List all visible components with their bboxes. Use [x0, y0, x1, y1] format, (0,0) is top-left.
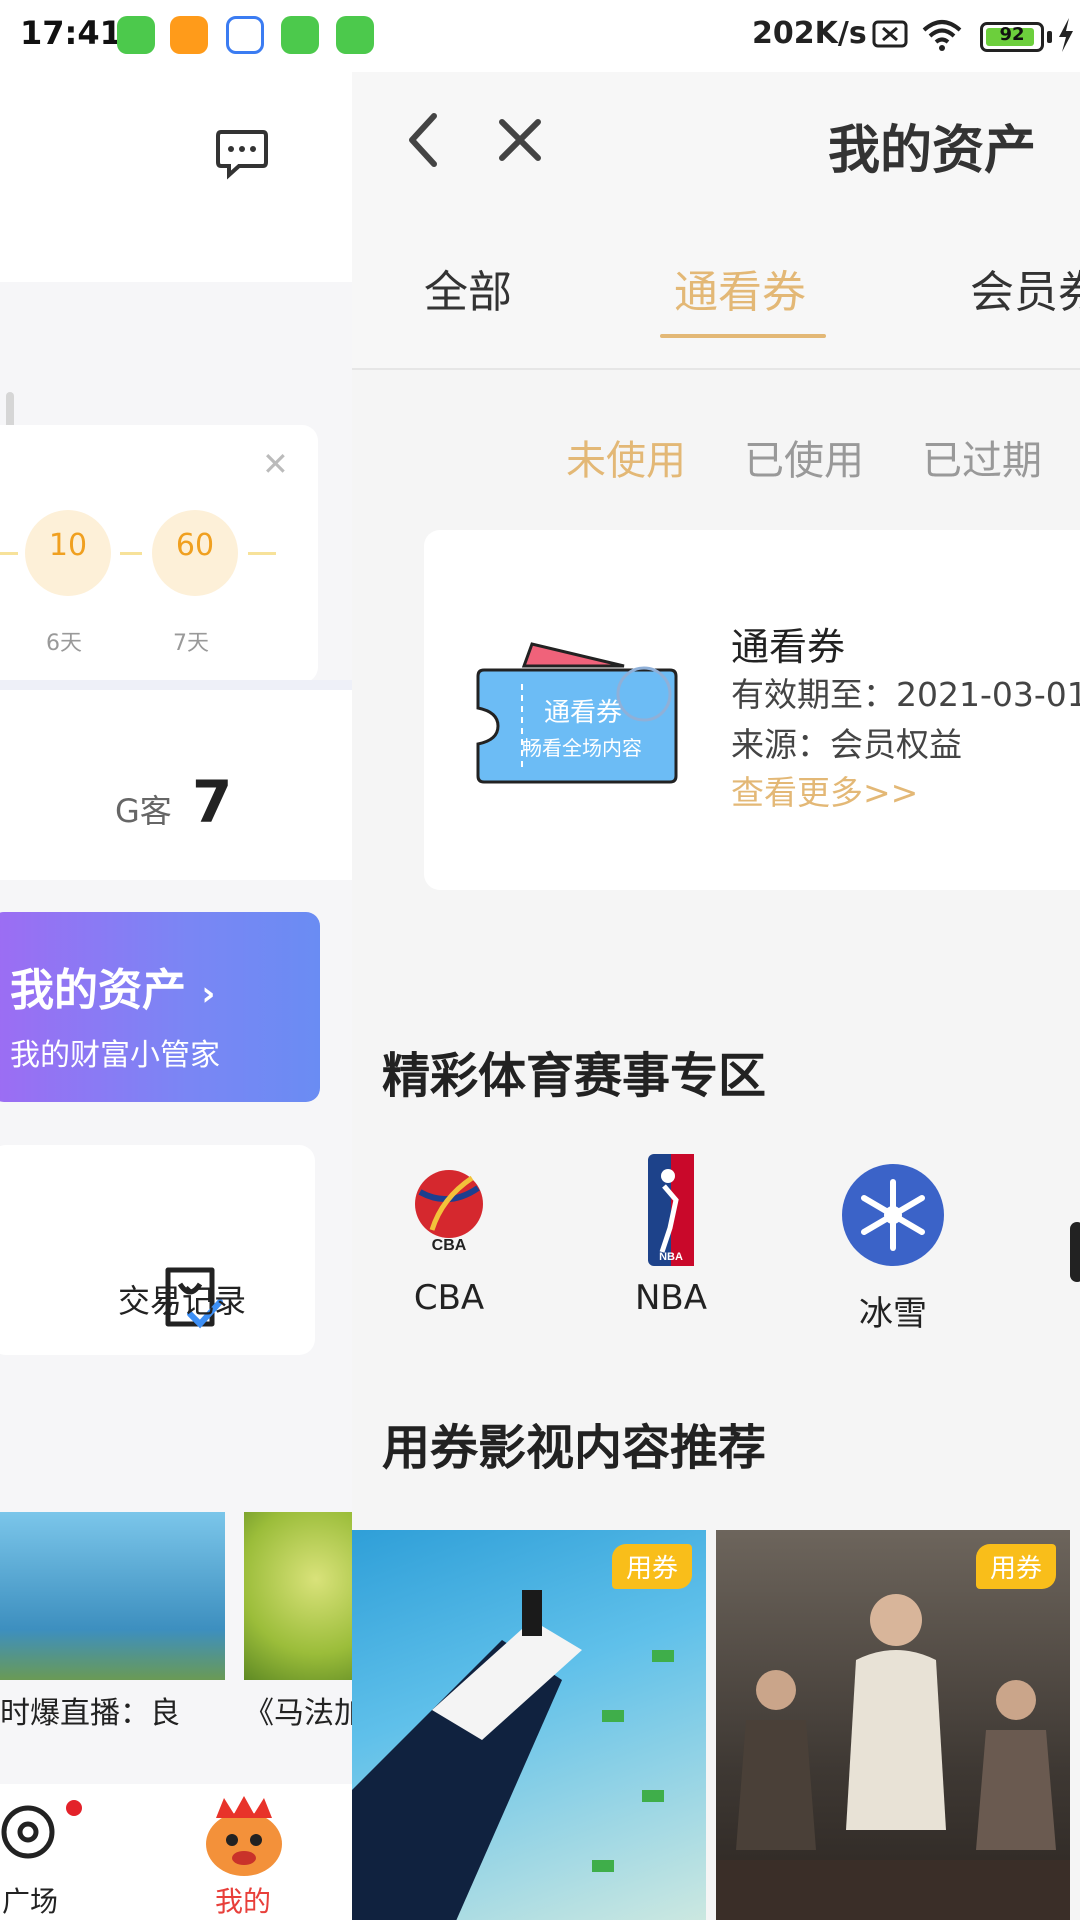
coin-reward: 10	[25, 510, 111, 596]
status-bar: 17:41 202K/s 92	[0, 0, 1080, 72]
battery-tip	[1047, 31, 1052, 43]
news-thumbnail[interactable]	[244, 1512, 364, 1680]
more-sports-peek	[1070, 1222, 1080, 1282]
progress-dash	[0, 552, 18, 555]
trade-record-label: 交易记录	[118, 1282, 247, 1320]
g-ke-label: G客	[115, 792, 172, 830]
recommend-section-title: 用券影视内容推荐	[382, 1420, 767, 1476]
subtab-unused[interactable]: 未使用	[566, 428, 686, 486]
wifi-icon	[922, 20, 962, 51]
app-icon-green	[281, 16, 319, 54]
view-more-link[interactable]: 查看更多>>	[731, 766, 918, 814]
sport-item-snow[interactable]: 冰雪	[828, 1152, 958, 1352]
snowflake-icon	[842, 1164, 944, 1266]
g-ke-value: 7	[192, 768, 233, 836]
coupon-validity: 有效期至：2021-03-01	[731, 675, 1080, 714]
notification-dot	[66, 1800, 82, 1816]
coupon-name: 通看券	[731, 625, 846, 669]
sport-label: NBA	[634, 1278, 708, 1318]
charging-icon	[1059, 18, 1073, 52]
sport-item-cba[interactable]: CBA CBA	[384, 1152, 514, 1352]
progress-dash	[120, 552, 142, 555]
news-title[interactable]: 《马法加	[244, 1688, 364, 1732]
ship-illustration	[352, 1590, 674, 1920]
battery-percent: 92	[999, 24, 1025, 45]
ticket-line2: 畅看全场内容	[522, 736, 642, 760]
sports-section-title: 精彩体育赛事专区	[382, 1048, 767, 1104]
cba-logo-icon: CBA	[415, 1170, 483, 1252]
app-icon-green	[117, 16, 155, 54]
subtab-expired[interactable]: 已过期	[922, 428, 1042, 486]
coin-day: 7天	[173, 631, 209, 656]
movie-poster[interactable]: 用券	[716, 1530, 1070, 1920]
sport-item-nba[interactable]: NBA NBA	[606, 1152, 736, 1352]
close-icon[interactable]: ✕	[262, 445, 289, 483]
news-title[interactable]: 时爆直播：良	[0, 1688, 180, 1732]
message-icon[interactable]	[215, 128, 269, 180]
chevron-right-icon: ›	[201, 974, 216, 1014]
square-nav-icon[interactable]	[0, 1802, 60, 1862]
coupon-card[interactable]: 通看券 畅看全场内容 通看券 有效期至：2021-03-01 来源：会员权益 查…	[424, 530, 1080, 890]
subtab-used[interactable]: 已使用	[744, 428, 864, 486]
battery-icon: 92	[980, 22, 1044, 52]
tab-member-coupon[interactable]: 会员券	[970, 256, 1080, 320]
asset-banner-subtitle: 我的财富小管家	[10, 1038, 220, 1073]
coupon-source: 来源：会员权益	[731, 725, 962, 764]
close-icon[interactable]	[496, 116, 544, 164]
ticket-line1: 通看券	[544, 698, 623, 728]
background-header	[0, 72, 352, 282]
ticket-illustration: 通看券 畅看全场内容	[476, 640, 682, 786]
coin-day: 6天	[46, 631, 82, 656]
g-ke-section	[0, 690, 352, 880]
trade-record-card[interactable]	[0, 1145, 315, 1355]
coin-value: 60	[175, 528, 215, 563]
app-icon-orange	[170, 16, 208, 54]
nba-logo-icon: NBA	[648, 1154, 694, 1266]
network-speed: 202K/s	[752, 16, 867, 51]
back-icon[interactable]	[404, 112, 444, 168]
my-assets-banner[interactable]: 我的资产 › 我的财富小管家	[0, 912, 320, 1102]
panel-header: 我的资产	[352, 72, 1080, 204]
active-tab-indicator	[660, 334, 826, 338]
asset-tabs: 全部 通看券 会员券	[352, 204, 1080, 370]
tab-pass-coupon[interactable]: 通看券	[674, 256, 806, 320]
nav-square-label[interactable]: 广场	[2, 1880, 58, 1920]
progress-dash	[248, 552, 276, 555]
sport-label: CBA	[413, 1278, 485, 1318]
svg-text:CBA: CBA	[432, 1237, 467, 1252]
app-icon-blue	[226, 16, 264, 54]
status-time: 17:41	[20, 14, 122, 52]
coupon-tag: 用券	[975, 1544, 1056, 1589]
mine-mascot-icon[interactable]	[184, 1794, 302, 1880]
assets-panel: 我的资产 全部 通看券 会员券 未使用 已使用 已过期 通看券 畅看全场内容 通…	[352, 72, 1080, 1920]
nav-mine-label[interactable]: 我的	[215, 1880, 271, 1920]
coin-reward: 60	[152, 510, 238, 596]
asset-banner-title: 我的资产 ›	[10, 965, 216, 1016]
page-title: 我的资产	[827, 121, 1036, 181]
no-sim-icon	[872, 20, 908, 48]
movie-poster[interactable]: 用券	[352, 1530, 706, 1920]
tab-all[interactable]: 全部	[424, 256, 512, 320]
sport-label: 冰雪	[859, 1294, 927, 1334]
app-icon-green	[336, 16, 374, 54]
svg-text:NBA: NBA	[659, 1251, 683, 1263]
coupon-tag: 用券	[611, 1544, 692, 1589]
coin-value: 10	[48, 528, 88, 563]
news-thumbnail[interactable]	[0, 1512, 225, 1680]
